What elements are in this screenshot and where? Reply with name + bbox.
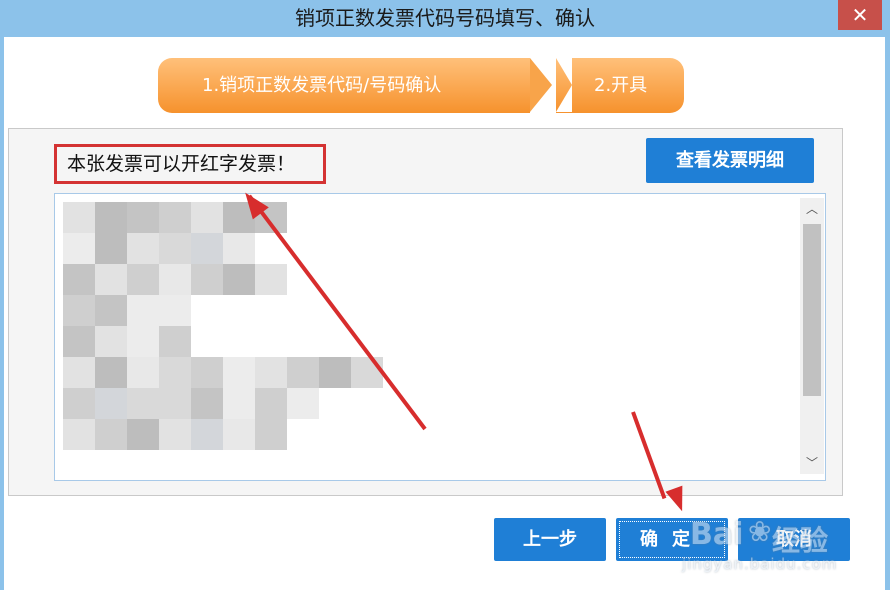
redaction-block — [127, 202, 159, 233]
redaction-block — [287, 357, 319, 388]
watermark-logo: Bai — [690, 517, 744, 552]
window-frame-right — [885, 37, 890, 590]
redaction-block — [127, 295, 159, 326]
redaction-block — [255, 357, 287, 388]
window-frame-left — [0, 37, 4, 590]
redaction-block — [95, 264, 127, 295]
scroll-thumb[interactable] — [803, 224, 821, 396]
redaction-block — [95, 233, 127, 264]
redaction-block — [287, 388, 319, 419]
redaction-block — [63, 202, 95, 233]
prev-step-button[interactable]: 上一步 — [494, 518, 606, 561]
notice-message: 本张发票可以开红字发票！ — [54, 144, 326, 184]
paw-icon: ❀ — [748, 515, 772, 548]
window-title: 销项正数发票代码号码填写、确认 — [295, 6, 595, 30]
redaction-block — [223, 264, 255, 295]
redaction-block — [223, 357, 255, 388]
redaction-block — [95, 202, 127, 233]
redaction-block — [63, 233, 95, 264]
redaction-block — [223, 233, 255, 264]
redaction-block — [191, 419, 223, 450]
redaction-block — [127, 388, 159, 419]
step-2-notch — [556, 58, 572, 112]
redaction-block — [127, 326, 159, 357]
redaction-block — [95, 295, 127, 326]
redaction-block — [191, 264, 223, 295]
redaction-block — [223, 419, 255, 450]
redaction-block — [159, 233, 191, 264]
redaction-block — [159, 357, 191, 388]
redaction-block — [159, 419, 191, 450]
redaction-block — [159, 202, 191, 233]
redaction-block — [191, 357, 223, 388]
redaction-block — [255, 264, 287, 295]
redaction-block — [191, 202, 223, 233]
redaction-block — [319, 357, 351, 388]
redaction-block — [127, 264, 159, 295]
step-2-label: 2.开具 — [594, 75, 648, 96]
redaction-block — [63, 419, 95, 450]
redaction-block — [159, 388, 191, 419]
redaction-block — [159, 326, 191, 357]
redaction-block — [127, 419, 159, 450]
step-1-label: 1.销项正数发票代码/号码确认 — [202, 75, 442, 96]
step-2: 2.开具 — [556, 58, 684, 113]
invoice-info-textarea[interactable] — [54, 193, 826, 481]
step-1: 1.销项正数发票代码/号码确认 — [158, 58, 530, 113]
redaction-block — [63, 264, 95, 295]
watermark-url: jingyan.baidu.com — [682, 555, 838, 573]
step-1-arrow — [530, 58, 552, 112]
view-invoice-detail-button[interactable]: 查看发票明细 — [646, 138, 814, 183]
redaction-block — [95, 419, 127, 450]
redaction-block — [159, 295, 191, 326]
close-button[interactable]: ✕ — [838, 0, 882, 30]
scroll-down-icon[interactable]: ﹀ — [800, 452, 824, 474]
redaction-block — [63, 326, 95, 357]
redaction-block — [63, 295, 95, 326]
window-titlebar: 销项正数发票代码号码填写、确认 — [0, 0, 890, 37]
redaction-block — [63, 357, 95, 388]
close-icon: ✕ — [851, 3, 869, 27]
redaction-block — [63, 388, 95, 419]
redaction-block — [127, 233, 159, 264]
redaction-block — [159, 264, 191, 295]
redaction-block — [95, 326, 127, 357]
redaction-block — [95, 388, 127, 419]
notice-text: 本张发票可以开红字发票！ — [67, 153, 296, 175]
baidu-jingyan-watermark: Bai ❀ 经验 jingyan.baidu.com — [660, 515, 850, 585]
redaction-block — [127, 357, 159, 388]
redaction-block — [191, 233, 223, 264]
watermark-brand: 经验 — [772, 524, 829, 557]
redaction-block — [255, 388, 287, 419]
redaction-block — [255, 419, 287, 450]
redaction-block — [223, 388, 255, 419]
redaction-block — [191, 388, 223, 419]
redaction-block — [351, 357, 383, 388]
vertical-scrollbar[interactable]: ︿ ﹀ — [800, 198, 824, 474]
redaction-block — [95, 357, 127, 388]
scroll-up-icon[interactable]: ︿ — [800, 198, 824, 220]
